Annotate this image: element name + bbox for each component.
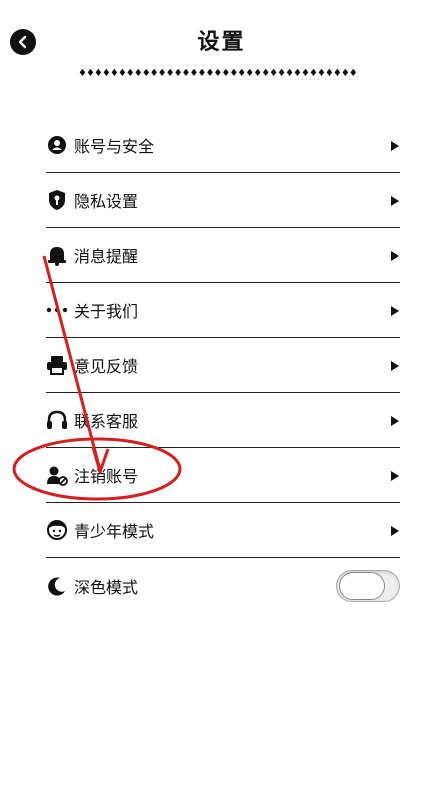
user-block-icon [46,464,68,486]
settings-item-notifications[interactable]: 消息提醒 [46,228,400,283]
settings-item-label: 账号与安全 [74,137,155,156]
title-decoration: ♦♦♦♦♦♦♦♦♦♦♦♦♦♦♦♦♦♦♦♦♦♦♦♦♦♦♦♦♦♦♦♦♦♦♦ [78,68,358,79]
settings-item-label: 隐私设置 [74,192,139,211]
moon-icon [46,575,68,597]
settings-item-label: 意见反馈 [74,357,139,376]
settings-item-account-security[interactable]: 账号与安全 [46,118,400,173]
bell-icon [46,244,68,266]
settings-item-customer-service[interactable]: 联系客服 [46,393,400,448]
page-title: 设置 [197,30,246,55]
settings-item-label: 关于我们 [74,302,139,321]
header: 设置 ♦♦♦♦♦♦♦♦♦♦♦♦♦♦♦♦♦♦♦♦♦♦♦♦♦♦♦♦♦♦♦♦♦♦♦ [0,0,443,90]
settings-item-teen-mode[interactable]: 青少年模式 [46,503,400,558]
chevron-right-icon [391,141,399,151]
chevron-right-icon [391,306,399,316]
shield-key-icon [46,189,68,211]
chevron-right-icon [391,416,399,426]
settings-item-label: 深色模式 [74,577,139,597]
headset-icon [46,409,68,431]
teen-face-icon [46,519,68,541]
dots-icon [46,299,68,321]
chevron-right-icon [391,526,399,536]
printer-icon [46,354,68,376]
settings-item-label: 青少年模式 [74,522,155,541]
settings-item-label: 注销账号 [74,467,139,486]
settings-item-about[interactable]: 关于我们 [46,283,400,338]
toggle-knob [339,572,385,600]
chevron-right-icon [391,471,399,481]
settings-list: 账号与安全 隐私设置 消息提醒 关于我们 意见反馈 联系客服 注销账号 青少年模… [46,118,400,613]
settings-item-label: 联系客服 [74,412,139,431]
settings-item-dark-mode: 深色模式 [46,558,400,613]
settings-item-deactivate-account[interactable]: 注销账号 [46,448,400,503]
chevron-right-icon [391,196,399,206]
chevron-right-icon [391,361,399,371]
dark-mode-toggle[interactable] [336,570,400,602]
settings-item-label: 消息提醒 [74,247,139,266]
user-lock-icon [46,134,68,156]
settings-item-privacy[interactable]: 隐私设置 [46,173,400,228]
settings-item-feedback[interactable]: 意见反馈 [46,338,400,393]
chevron-right-icon [391,251,399,261]
